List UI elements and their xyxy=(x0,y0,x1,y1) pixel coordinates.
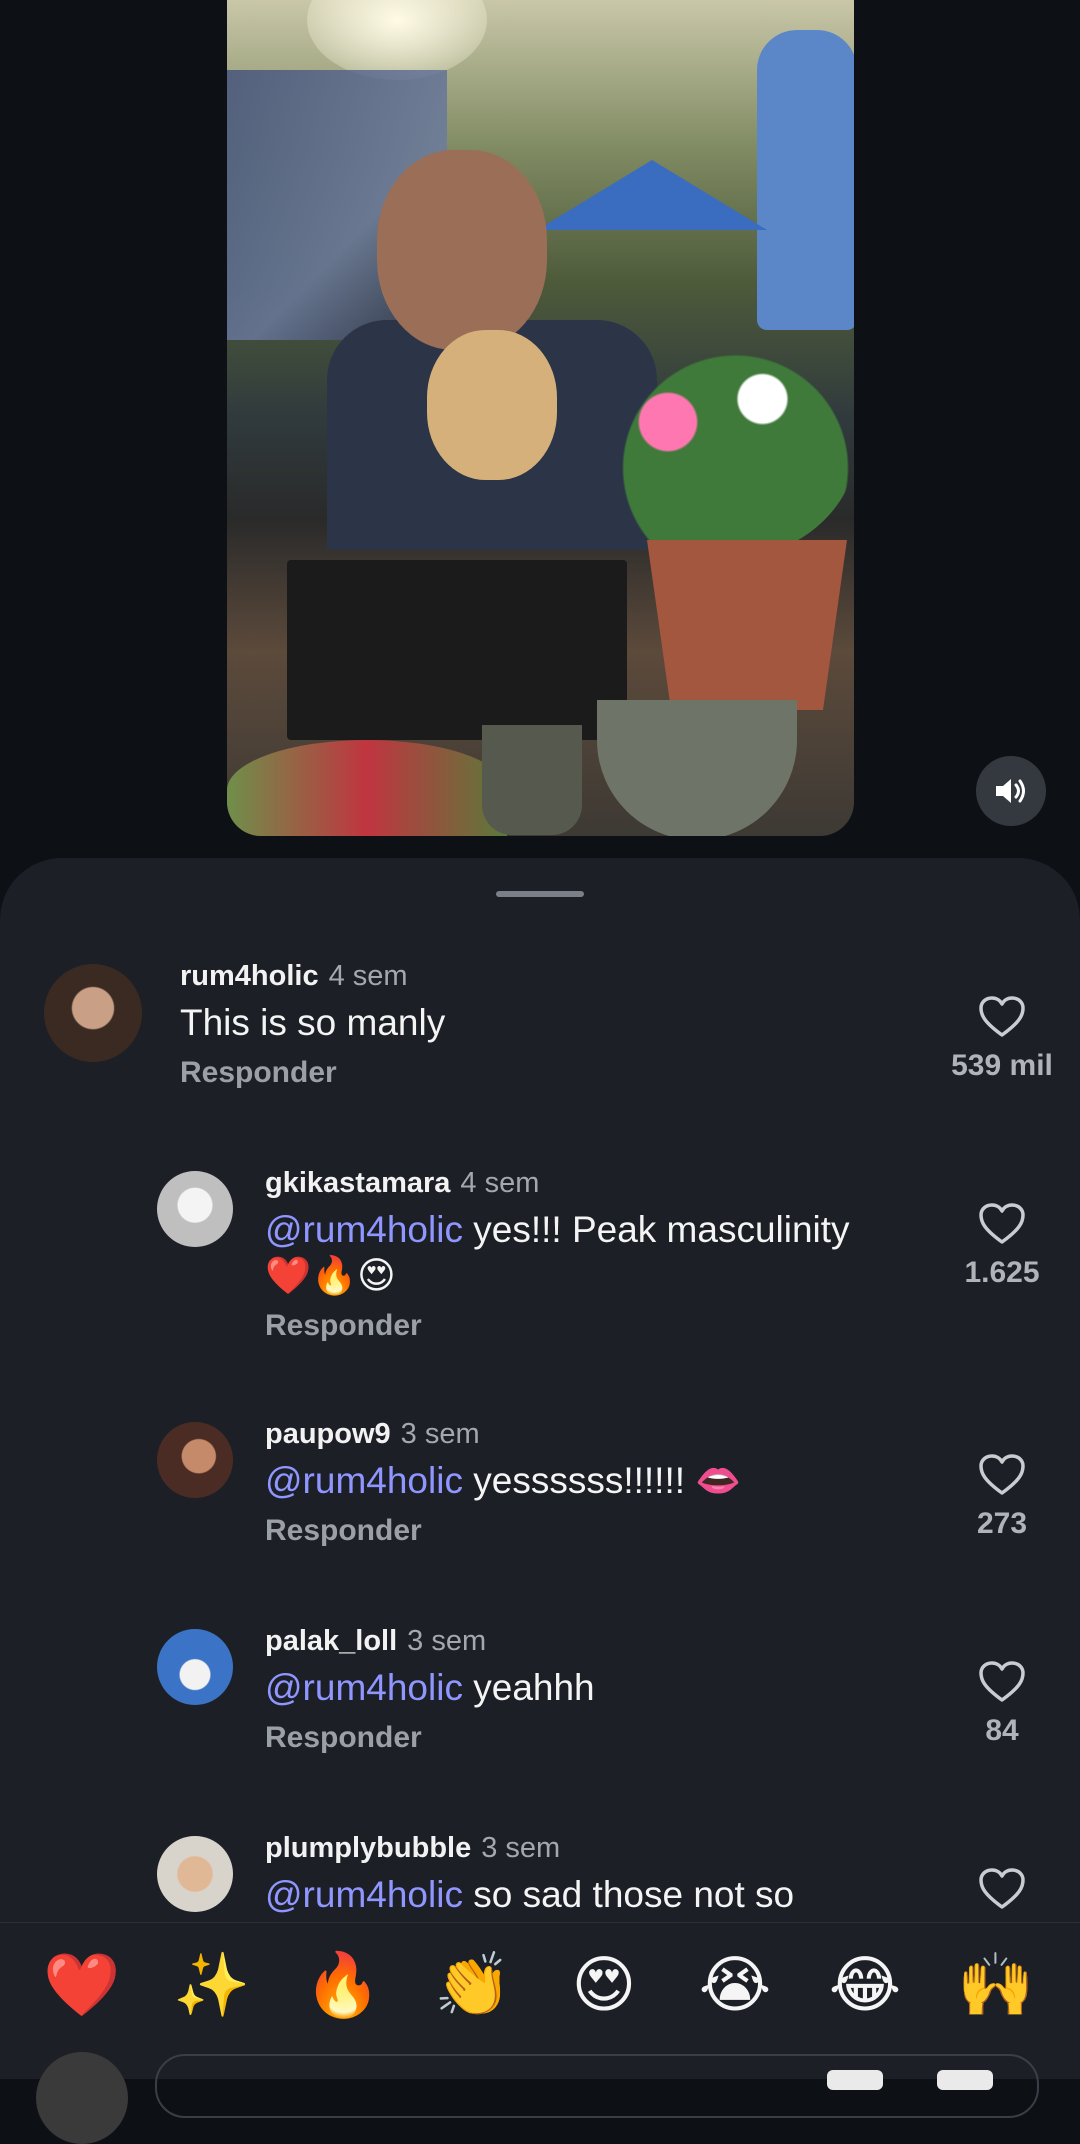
heart-icon xyxy=(979,1868,1025,1909)
comment-text: @rum4holic yes!!! Peak masculinity ❤️🔥😍 xyxy=(265,1207,905,1299)
video-cutlery-box xyxy=(287,560,627,740)
heart-icon xyxy=(979,1661,1025,1702)
sound-toggle-button[interactable] xyxy=(976,756,1046,826)
emoji-sparkles-button[interactable]: ✨ xyxy=(167,1951,257,2021)
comment-username[interactable]: palak_loll xyxy=(265,1625,397,1657)
mention-link[interactable]: @rum4holic xyxy=(265,1460,463,1501)
video-flowers xyxy=(587,330,854,560)
video-bowl xyxy=(597,700,797,836)
comments-sheet[interactable]: rum4holic 4 sem This is so manly Responde… xyxy=(0,858,1080,2078)
sticker-icon[interactable] xyxy=(937,2070,993,2090)
avatar[interactable] xyxy=(157,1422,233,1498)
like-button[interactable] xyxy=(942,1868,1062,1915)
comment-time: 3 sem xyxy=(400,1418,480,1450)
comment-body: paupow9 3 sem @rum4holic yessssss!!!!!! 👄… xyxy=(265,1416,905,1548)
heart-icon xyxy=(979,1203,1025,1244)
comment-text: @rum4holic yeahhh xyxy=(265,1665,905,1711)
avatar[interactable] xyxy=(157,1629,233,1705)
like-button[interactable]: 539 mil xyxy=(942,996,1062,1083)
comment-time: 4 sem xyxy=(460,1167,540,1199)
comment-username[interactable]: rum4holic xyxy=(180,960,319,992)
reply-button[interactable]: Responder xyxy=(265,1514,905,1548)
like-count: 539 mil xyxy=(951,1049,1053,1082)
comment-header: paupow9 3 sem xyxy=(265,1416,905,1452)
comment-text-content: yeahhh xyxy=(462,1667,595,1708)
emoji-heart-button[interactable]: ❤️ xyxy=(37,1951,127,2021)
avatar[interactable] xyxy=(157,1171,233,1247)
gif-icon[interactable] xyxy=(827,2070,883,2090)
heart-icon xyxy=(979,1454,1025,1495)
comment-header: plumplybubble 3 sem xyxy=(265,1830,905,1866)
reply-button[interactable]: Responder xyxy=(180,1056,820,1090)
comment-username[interactable]: gkikastamara xyxy=(265,1167,450,1199)
mention-link[interactable]: @rum4holic xyxy=(265,1667,463,1708)
speaker-volume-icon xyxy=(996,779,1025,803)
current-user-avatar xyxy=(36,2052,128,2144)
video-player[interactable] xyxy=(227,0,854,836)
comment-emoji: ❤️🔥😍 xyxy=(265,1255,396,1296)
comment-time: 3 sem xyxy=(407,1625,487,1657)
like-count: 1.625 xyxy=(964,1256,1040,1289)
video-child xyxy=(427,330,557,480)
emoji-crying-button[interactable]: 😭 xyxy=(690,1951,780,2021)
comment-text: @rum4holic yessssss!!!!!! 👄 xyxy=(265,1458,905,1504)
comment-header: rum4holic 4 sem xyxy=(180,958,820,994)
mention-link[interactable]: @rum4holic xyxy=(265,1209,463,1250)
avatar[interactable] xyxy=(157,1836,233,1912)
comment-input[interactable] xyxy=(155,2054,1039,2118)
video-flower-pot xyxy=(647,540,847,710)
avatar[interactable] xyxy=(44,964,142,1062)
video-light xyxy=(307,0,487,80)
like-count: 84 xyxy=(985,1714,1019,1747)
heart-icon xyxy=(979,996,1025,1037)
sheet-drag-handle[interactable] xyxy=(496,891,584,897)
emoji-fire-button[interactable]: 🔥 xyxy=(298,1951,388,2021)
video-cup xyxy=(482,725,582,835)
like-button[interactable]: 273 xyxy=(942,1454,1062,1541)
comment-text-content: yessssss!!!!!! 👄 xyxy=(462,1460,742,1501)
comment-username[interactable]: plumplybubble xyxy=(265,1832,471,1864)
comment-time: 4 sem xyxy=(328,960,408,992)
emoji-clap-button[interactable]: 👏 xyxy=(428,1951,518,2021)
reply-button[interactable]: Responder xyxy=(265,1721,905,1755)
emoji-laughing-button[interactable]: 😂 xyxy=(820,1951,910,2021)
video-umbrella xyxy=(537,160,767,230)
like-button[interactable]: 84 xyxy=(942,1661,1062,1748)
like-button[interactable]: 1.625 xyxy=(942,1203,1062,1290)
comment-body: plumplybubble 3 sem @rum4holic so sad tho… xyxy=(265,1830,905,1918)
video-person-head xyxy=(377,150,547,350)
comment-header: palak_loll 3 sem xyxy=(265,1623,905,1659)
video-salad-plate xyxy=(227,740,507,836)
comment-body: gkikastamara 4 sem @rum4holic yes!!! Peak… xyxy=(265,1165,905,1343)
comment-time: 3 sem xyxy=(481,1832,561,1864)
like-count: 273 xyxy=(976,1507,1028,1540)
comment-text-content: so sad those not so xyxy=(462,1874,795,1915)
comment-body: rum4holic 4 sem This is so manly Responde… xyxy=(180,958,820,1090)
emoji-raised-hands-button[interactable]: 🙌 xyxy=(951,1951,1041,2021)
comment-body: palak_loll 3 sem @rum4holic yeahhh Respon… xyxy=(265,1623,905,1755)
mention-link[interactable]: @rum4holic xyxy=(265,1874,463,1915)
comment-text-content: yes!!! Peak masculinity xyxy=(462,1209,850,1250)
comment-text: This is so manly xyxy=(180,1002,446,1043)
comment-text: @rum4holic so sad those not so xyxy=(265,1872,905,1918)
comment-username[interactable]: paupow9 xyxy=(265,1418,391,1450)
reply-button[interactable]: Responder xyxy=(265,1309,905,1343)
emoji-heart-eyes-button[interactable]: 😍 xyxy=(559,1951,649,2021)
video-umbrella xyxy=(757,30,854,330)
comment-header: gkikastamara 4 sem xyxy=(265,1165,905,1201)
